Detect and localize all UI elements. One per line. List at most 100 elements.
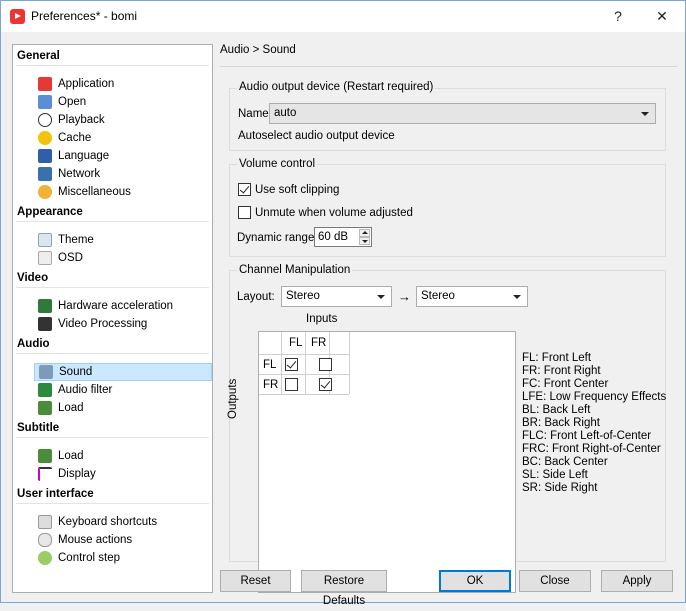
outputs-label: Outputs xyxy=(227,378,239,419)
nav-item-application[interactable]: Application xyxy=(34,75,212,93)
col-header-fr: FR xyxy=(311,337,327,349)
nav-item-osd[interactable]: OSD xyxy=(34,249,212,267)
matrix-checkbox-fr-fl[interactable] xyxy=(285,378,298,391)
equalizer-icon xyxy=(38,383,52,397)
chip-icon xyxy=(38,299,52,313)
close-button[interactable]: Close xyxy=(519,570,591,592)
network-icon xyxy=(38,167,52,181)
dynamic-range-value: 60 dB xyxy=(318,231,349,243)
divider xyxy=(16,353,209,354)
matrix-checkbox-fl-fl[interactable] xyxy=(285,358,298,371)
dynamic-range-spinbox[interactable]: 60 dB xyxy=(314,227,372,247)
legend-item: FLC: Front Left-of-Center xyxy=(522,430,652,442)
layout-from-select[interactable]: Stereo xyxy=(281,286,392,307)
grid-line xyxy=(259,394,349,395)
nav-item-subtitle-display[interactable]: Display xyxy=(34,465,212,483)
layout-to-select[interactable]: Stereo xyxy=(416,286,528,307)
nav-item-label: Load xyxy=(58,402,84,414)
legend-item: FC: Front Center xyxy=(522,378,609,390)
nav-item-sound[interactable]: Sound xyxy=(34,363,212,381)
nav-item-hardware-acceleration[interactable]: Hardware acceleration xyxy=(34,297,212,315)
soft-clipping-label: Use soft clipping xyxy=(255,184,340,196)
arrow-right-icon: → xyxy=(398,289,411,304)
play-icon xyxy=(38,113,52,127)
nav-item-label: Miscellaneous xyxy=(58,186,131,198)
nav-item-label: Open xyxy=(58,96,87,108)
nav-item-miscellaneous[interactable]: Miscellaneous xyxy=(34,183,212,201)
audio-device-value: auto xyxy=(274,107,297,119)
channel-legend: FL: Front Left FR: Front Right FC: Front… xyxy=(522,352,666,495)
spin-down-icon[interactable] xyxy=(359,237,370,245)
nav-item-network[interactable]: Network xyxy=(34,165,212,183)
nav-item-open[interactable]: Open xyxy=(34,93,212,111)
chevron-down-icon xyxy=(513,295,521,299)
chevron-down-icon xyxy=(377,295,385,299)
nav-item-audio-filter[interactable]: Audio filter xyxy=(34,381,212,399)
nav-item-label: Video Processing xyxy=(58,318,148,330)
misc-icon xyxy=(38,185,52,199)
nav-item-theme[interactable]: Theme xyxy=(34,231,212,249)
nav-item-mouse-actions[interactable]: Mouse actions xyxy=(34,531,212,549)
matrix-checkbox-fr-fr[interactable] xyxy=(319,378,332,391)
legend-item: BR: Back Right xyxy=(522,417,600,429)
nav-group-audio: Audio xyxy=(17,338,50,350)
legend-item: BL: Back Left xyxy=(522,404,591,416)
apply-button[interactable]: Apply xyxy=(601,570,673,592)
grid-line xyxy=(305,332,306,394)
legend-item: SR: Side Right xyxy=(522,482,598,494)
layout-to-value: Stereo xyxy=(421,290,455,302)
control-step-icon xyxy=(38,551,52,565)
spin-up-icon[interactable] xyxy=(359,229,370,237)
text-display-icon xyxy=(38,467,52,481)
divider xyxy=(16,503,209,504)
divider xyxy=(16,221,209,222)
divider xyxy=(16,65,209,66)
grid-line xyxy=(259,354,349,355)
legend-item: FRC: Front Right-of-Center xyxy=(522,443,661,455)
channel-manipulation-title: Channel Manipulation xyxy=(237,264,353,276)
col-header-fl: FL xyxy=(289,337,303,349)
nav-item-label: Playback xyxy=(58,114,105,126)
nav-item-label: Control step xyxy=(58,552,121,564)
legend-item: FL: Front Left xyxy=(522,352,592,364)
nav-item-video-processing[interactable]: Video Processing xyxy=(34,315,212,333)
matrix-checkbox-fl-fr[interactable] xyxy=(319,358,332,371)
nav-item-control-step[interactable]: Control step xyxy=(34,549,212,567)
nav-item-label: Keyboard shortcuts xyxy=(58,516,158,528)
legend-item: BC: Back Center xyxy=(522,456,608,468)
nav-item-keyboard-shortcuts[interactable]: Keyboard shortcuts xyxy=(34,513,212,531)
legend-item: LFE: Low Frequency Effects xyxy=(522,391,667,403)
preferences-window: Preferences* - bomi ? ✕ General Applicat… xyxy=(0,0,686,607)
layout-from-value: Stereo xyxy=(286,290,320,302)
restore-defaults-button[interactable]: Restore Defaults xyxy=(301,570,387,607)
nav-item-label: Load xyxy=(58,450,84,462)
app-icon xyxy=(38,77,52,91)
reset-button[interactable]: Reset xyxy=(220,570,291,592)
nav-item-label: OSD xyxy=(58,252,83,264)
window-title: Preferences* - bomi xyxy=(31,9,138,23)
soft-clipping-checkbox[interactable] xyxy=(238,183,251,196)
inputs-label: Inputs xyxy=(306,313,338,325)
nav-item-language[interactable]: Language xyxy=(34,147,212,165)
nav-item-subtitle-load[interactable]: Load xyxy=(34,447,212,465)
audio-device-select[interactable]: auto xyxy=(269,103,656,124)
nav-item-label: Hardware acceleration xyxy=(58,300,174,312)
grid-line xyxy=(349,332,350,394)
nav-item-label: Sound xyxy=(59,366,93,378)
title-bar: Preferences* - bomi ? ✕ xyxy=(1,1,685,32)
divider xyxy=(16,287,209,288)
nav-item-cache[interactable]: Cache xyxy=(34,129,212,147)
row-header-fl: FL xyxy=(263,359,277,371)
help-button[interactable]: ? xyxy=(598,5,638,27)
grid-line xyxy=(259,374,349,375)
nav-item-label: Application xyxy=(58,78,115,90)
layout-label: Layout: xyxy=(237,291,275,303)
nav-item-audio-load[interactable]: Load xyxy=(34,399,212,417)
keyboard-icon xyxy=(38,515,52,529)
nav-item-playback[interactable]: Playback xyxy=(34,111,212,129)
unmute-checkbox[interactable] xyxy=(238,206,251,219)
close-window-button[interactable]: ✕ xyxy=(642,5,682,27)
preferences-nav: General Application Open Playback Cache … xyxy=(12,44,213,593)
ok-button[interactable]: OK xyxy=(439,570,511,592)
film-icon xyxy=(38,317,52,331)
